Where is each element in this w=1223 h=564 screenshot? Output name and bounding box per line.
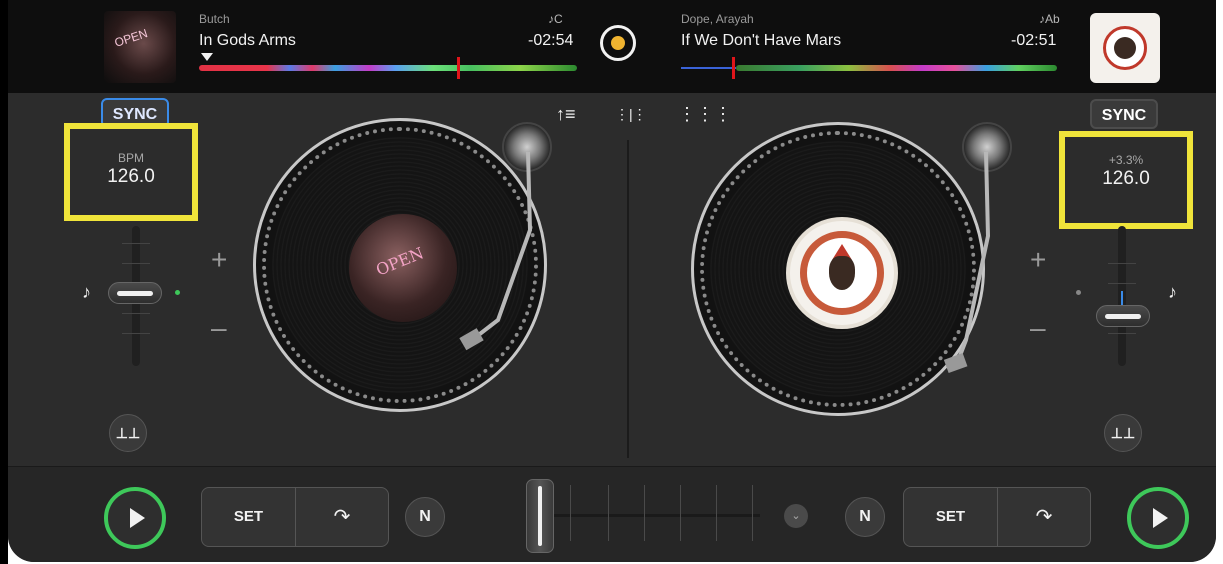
note-icon-right: ♪ <box>1168 282 1177 302</box>
dj-app: OPEN Butch In Gods Arms ♪C -02:54 Dope, … <box>0 0 1223 564</box>
crossfader-tick <box>644 485 645 541</box>
pitch-tick <box>122 263 150 264</box>
time-left: -02:54 <box>528 32 574 49</box>
set-cue-button-left[interactable]: SET <box>202 488 296 546</box>
artist-left: Butch <box>199 12 230 26</box>
play-button-right[interactable] <box>1127 487 1189 549</box>
waveform-right[interactable] <box>681 57 1057 79</box>
bpm-value-left: 126.0 <box>107 166 155 187</box>
record-label-face-icon <box>829 256 855 290</box>
pitch-minus-right[interactable]: – <box>1030 312 1046 344</box>
grid-icon[interactable]: ⋮⋮⋮ <box>678 104 732 125</box>
album-face-icon <box>1114 37 1136 59</box>
waveform-lead-right <box>681 67 736 69</box>
pitch-tick <box>122 313 150 314</box>
eq-button-right[interactable]: ⊥⊥ <box>1104 414 1142 452</box>
album-art-left[interactable]: OPEN <box>104 11 176 83</box>
pitch-plus-left[interactable]: + <box>211 244 227 276</box>
waveform-band-left <box>199 65 577 71</box>
pitch-tick <box>122 333 150 334</box>
key-left: ♪C <box>548 12 563 26</box>
pitch-tick <box>1108 263 1136 264</box>
pitch-tick <box>122 243 150 244</box>
deck-divider <box>627 140 629 458</box>
album-art-left-text: OPEN <box>112 26 150 50</box>
waveform-band-right <box>736 65 1057 71</box>
bpm-caption-right: +3.3% <box>1108 153 1144 167</box>
crossfader-tick <box>608 485 609 541</box>
pitch-dot-right <box>1076 290 1081 295</box>
tonearm-right-arm <box>943 151 991 374</box>
left-edge <box>0 0 8 564</box>
play-button-left[interactable] <box>104 487 166 549</box>
record-label-ring <box>800 231 884 315</box>
play-icon <box>1153 508 1168 528</box>
waveform-left[interactable] <box>199 57 577 79</box>
record-label-left-text: OPEN <box>373 243 427 280</box>
playhead-left <box>457 57 460 79</box>
time-right: -02:51 <box>1011 32 1057 49</box>
crossfader-tick <box>570 485 571 541</box>
artist-right: Dope, Arayah <box>681 12 754 26</box>
record-dot-icon <box>611 36 625 50</box>
title-left: In Gods Arms <box>199 32 296 49</box>
play-icon <box>130 508 145 528</box>
pitch-knob-left[interactable] <box>108 282 162 304</box>
transport-bar: SET ↷ N ⌄ N SET ↷ <box>8 466 1216 562</box>
pitch-knob-grip <box>1105 314 1141 319</box>
pitch-knob-right[interactable] <box>1096 305 1150 327</box>
sync-button-right[interactable]: SYNC <box>1090 99 1158 129</box>
album-seal-icon <box>1103 26 1147 70</box>
crossfader-tick <box>716 485 717 541</box>
album-art-right[interactable] <box>1090 13 1160 83</box>
eq-button-left[interactable]: ⊥⊥ <box>109 414 147 452</box>
record-label-right <box>786 217 898 329</box>
pitch-knob-grip <box>117 291 153 296</box>
track-header: OPEN Butch In Gods Arms ♪C -02:54 Dope, … <box>8 0 1216 93</box>
loop-icon[interactable]: ↷ <box>998 488 1090 546</box>
crossfader-tick <box>752 485 753 541</box>
record-button[interactable] <box>600 25 636 61</box>
pitch-dot-left <box>175 290 180 295</box>
bpm-value-right: 126.0 <box>1102 168 1150 189</box>
playhead-right <box>732 57 735 79</box>
bpm-display-left[interactable]: BPM 126.0 <box>64 123 198 221</box>
chevron-down-icon[interactable]: ⌄ <box>784 504 808 528</box>
tonearm-left-arm <box>459 151 533 351</box>
set-cue-button-right[interactable]: SET <box>904 488 998 546</box>
loop-icon[interactable]: ↷ <box>296 488 388 546</box>
key-right: ♪Ab <box>1039 12 1060 26</box>
title-right: If We Don't Have Mars <box>681 32 842 49</box>
note-icon-left: ♪ <box>82 282 91 302</box>
tracklist-icon[interactable]: ↑≡ <box>556 104 576 125</box>
crossfader-knob[interactable] <box>526 479 554 553</box>
bpm-caption-left: BPM <box>117 151 144 165</box>
n-button-left[interactable]: N <box>405 497 445 537</box>
main-panel: OPEN Butch In Gods Arms ♪C -02:54 Dope, … <box>8 0 1216 562</box>
waveform-center-icon[interactable]: ⋮|⋮ <box>615 106 647 123</box>
crossfader-tick <box>680 485 681 541</box>
pitch-tick <box>1108 283 1136 284</box>
crossfader-track[interactable] <box>548 514 760 517</box>
pitch-tick <box>1108 333 1136 334</box>
cue-group-right: SET ↷ <box>903 487 1091 547</box>
cue-marker-icon <box>201 53 213 61</box>
pitch-minus-left[interactable]: – <box>211 312 227 344</box>
cue-group-left: SET ↷ <box>201 487 389 547</box>
n-button-right[interactable]: N <box>845 497 885 537</box>
pitch-plus-right[interactable]: + <box>1030 244 1046 276</box>
bpm-display-right[interactable]: +3.3% 126.0 <box>1059 131 1193 229</box>
crossfader-knob-line <box>538 486 542 546</box>
